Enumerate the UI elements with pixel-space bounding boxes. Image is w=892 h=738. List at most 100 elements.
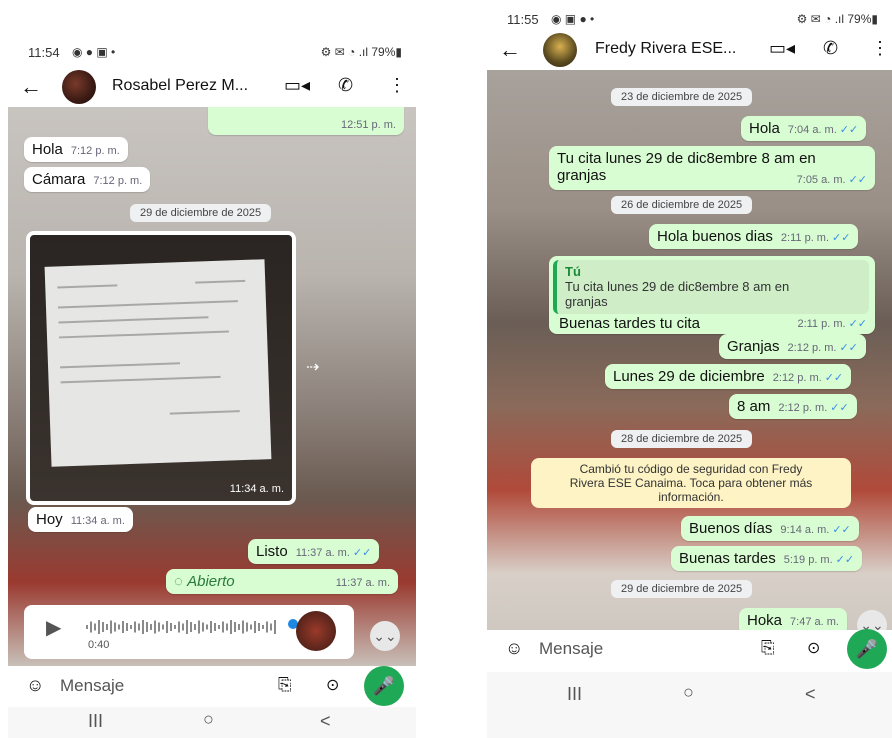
- waveform-bar: [134, 621, 136, 633]
- waveform-bar: [222, 621, 224, 633]
- message-time: 7:04 a. m.: [787, 124, 837, 136]
- waveform-bar: [166, 621, 168, 633]
- home-icon[interactable]: ○: [203, 709, 214, 730]
- message-time: 9:14 a. m.: [780, 524, 830, 536]
- message-text: Buenos días: [689, 520, 773, 537]
- date-chip: 28 de diciembre de 2025: [611, 430, 753, 448]
- message-out[interactable]: Hola buenos dias 2:11 p. m. ✓✓: [649, 224, 859, 249]
- message-time: 7:05 a. m.: [796, 174, 846, 186]
- message-out[interactable]: Buenos días 9:14 a. m. ✓✓: [681, 516, 859, 541]
- message-input[interactable]: Mensaje: [60, 676, 124, 696]
- contact-name[interactable]: Rosabel Perez M...: [112, 77, 248, 95]
- message-input[interactable]: Mensaje: [539, 639, 603, 659]
- open-status-icon: ◌: [174, 573, 183, 590]
- waveform-bar: [110, 620, 112, 634]
- message-text: Hoy: [36, 511, 63, 528]
- waveform-bar: [162, 624, 164, 630]
- photo-time: 11:34 a. m.: [229, 483, 284, 495]
- status-right-icons: ⚙ ✉ ◔ .ıl 79%▮: [796, 12, 878, 26]
- waveform-bar: [106, 624, 108, 630]
- date-chip: 23 de diciembre de 2025: [611, 88, 753, 106]
- attach-icon[interactable]: ⎘: [761, 638, 775, 658]
- message-out[interactable]: Hola 7:04 a. m. ✓✓: [741, 116, 867, 141]
- quote-text-line2: granjas: [565, 294, 608, 309]
- home-icon[interactable]: ○: [683, 682, 694, 703]
- contact-avatar[interactable]: [543, 33, 577, 67]
- contact-avatar[interactable]: [62, 70, 96, 104]
- menu-icon[interactable]: ⋮: [871, 38, 889, 59]
- recent-apps-icon[interactable]: III: [88, 711, 103, 732]
- mic-button[interactable]: 🎤: [364, 666, 404, 706]
- message-out[interactable]: Lunes 29 de diciembre 2:12 p. m. ✓✓: [605, 364, 852, 389]
- menu-icon[interactable]: ⋮: [388, 75, 406, 96]
- date-chip: 26 de diciembre de 2025: [611, 196, 753, 214]
- voice-message[interactable]: ▶ 0:40: [24, 605, 354, 659]
- message-out[interactable]: 8 am 2:12 p. m. ✓✓: [729, 394, 857, 419]
- back-arrow-icon[interactable]: ←: [499, 37, 521, 63]
- security-code-notice[interactable]: Cambió tu código de seguridad con Fredy …: [531, 458, 851, 508]
- forward-icon[interactable]: ⇢: [306, 357, 319, 377]
- date-chip: 29 de diciembre de 2025: [611, 580, 753, 598]
- message-in[interactable]: Hola 7:12 p. m.: [24, 137, 128, 162]
- waveform-bar: [138, 623, 140, 631]
- recent-apps-icon[interactable]: III: [567, 684, 582, 705]
- read-ticks-icon: ✓✓: [835, 554, 855, 566]
- message-partial[interactable]: 12:51 p. m.: [208, 107, 404, 135]
- contact-name[interactable]: Fredy Rivera ESE...: [595, 40, 736, 58]
- read-ticks-icon: ✓✓: [839, 124, 859, 136]
- waveform-bar: [154, 620, 156, 634]
- read-ticks-icon: ✓✓: [830, 402, 849, 414]
- video-call-icon[interactable]: ▭◂: [769, 38, 795, 59]
- camera-icon[interactable]: ⊙: [326, 675, 339, 695]
- voice-call-icon[interactable]: ✆: [338, 75, 353, 96]
- waveform[interactable]: [86, 619, 286, 635]
- message-time: 11:34 a. m.: [70, 515, 125, 527]
- mic-button[interactable]: 🎤: [847, 629, 887, 669]
- waveform-bar: [218, 625, 220, 629]
- back-arrow-icon[interactable]: ←: [20, 74, 42, 100]
- message-input-bar[interactable]: ☺ Mensaje ⎘ ⊙: [495, 630, 835, 668]
- emoji-icon[interactable]: ☺: [26, 675, 44, 696]
- message-out[interactable]: Listo 11:37 a. m. ✓✓: [248, 539, 380, 564]
- message-in[interactable]: Hoy 11:34 a. m.: [28, 507, 133, 532]
- reply-message[interactable]: Tú Tu cita lunes 29 de dic8embre 8 am en…: [549, 256, 875, 334]
- read-ticks-icon: ✓✓: [832, 232, 851, 244]
- scroll-down-icon[interactable]: ⌄⌄: [370, 621, 400, 651]
- message-input-bar[interactable]: ☺ Mensaje ⎘ ⊙: [16, 667, 354, 705]
- message-time: 2:12 p. m.: [772, 372, 822, 384]
- message-text: Buenas tardes: [679, 550, 776, 567]
- emoji-icon[interactable]: ☺: [505, 638, 523, 659]
- message-time: 11:37 a. m.: [335, 577, 390, 589]
- waveform-bar: [118, 624, 120, 630]
- video-call-icon[interactable]: ▭◂: [284, 75, 310, 96]
- play-icon[interactable]: ▶: [46, 615, 61, 640]
- message-out[interactable]: Tu cita lunes 29 de dic8embre 8 am en gr…: [549, 146, 875, 190]
- message-out[interactable]: Buenas tardes 5:19 p. m. ✓✓: [671, 546, 863, 571]
- camera-icon[interactable]: ⊙: [807, 638, 820, 658]
- waveform-bar: [230, 620, 232, 634]
- waveform-bar: [258, 623, 260, 631]
- message-out[interactable]: ◌ Abierto 11:37 a. m.: [166, 569, 398, 594]
- message-time: 12:51 p. m.: [340, 119, 396, 131]
- read-ticks-icon: ✓✓: [352, 547, 372, 559]
- voice-call-icon[interactable]: ✆: [823, 38, 838, 59]
- message-text: 8 am: [737, 398, 771, 415]
- status-time: 11:54: [28, 45, 60, 60]
- back-nav-icon[interactable]: <: [805, 684, 816, 705]
- message-time: 2:11 p. m.: [780, 232, 830, 244]
- back-nav-icon[interactable]: <: [320, 711, 331, 732]
- message-in[interactable]: Cámara 7:12 p. m.: [24, 167, 151, 192]
- scroll-down-icon[interactable]: ⌄⌄: [857, 610, 887, 630]
- notice-line: Rivera ESE Canaima. Toca para obtener má…: [569, 476, 813, 490]
- waveform-bar: [254, 621, 256, 633]
- message-text: Hoka: [747, 612, 783, 629]
- photo-message[interactable]: 11:34 a. m.: [26, 231, 296, 505]
- attach-icon[interactable]: ⎘: [278, 675, 292, 695]
- left-phone-screen: 11:54 ◉ ● ▣ • ⚙ ✉ ◔ .ıl 79%▮ ← Rosabel P…: [8, 33, 416, 738]
- waveform-bar: [122, 621, 124, 633]
- message-out[interactable]: Granjas 2:12 p. m. ✓✓: [719, 334, 866, 359]
- waveform-bar: [130, 625, 132, 629]
- waveform-bar: [266, 621, 268, 633]
- message-out[interactable]: Hoka 7:47 a. m.: [739, 608, 847, 630]
- quoted-message[interactable]: Tú Tu cita lunes 29 de dic8embre 8 am en…: [553, 260, 869, 314]
